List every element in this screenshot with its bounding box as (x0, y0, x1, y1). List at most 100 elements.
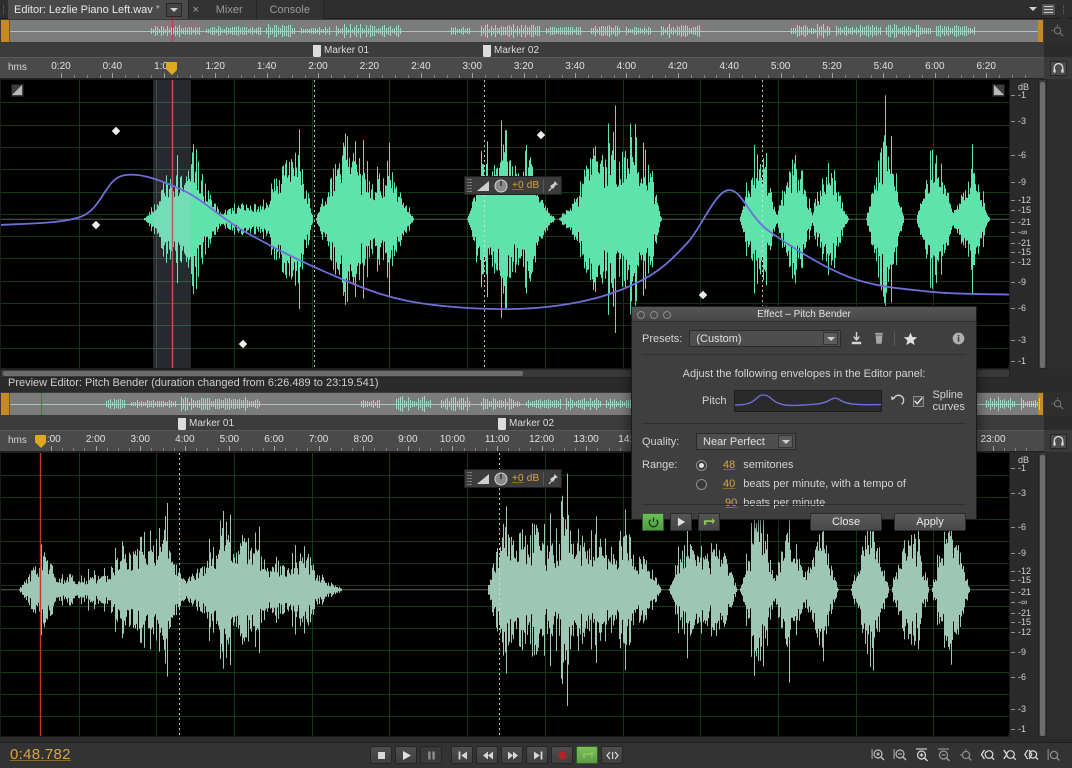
stop-button[interactable] (370, 746, 392, 764)
main-fade-out-handle[interactable] (992, 84, 1005, 97)
ruler-tick-label: 8:00 (353, 434, 372, 445)
quality-dropdown[interactable]: Near Perfect (696, 433, 796, 450)
headphone-monitor-button[interactable] (1050, 61, 1067, 76)
gain-knob-icon[interactable] (494, 179, 508, 193)
panel-menu-icon[interactable] (1041, 3, 1056, 16)
fast-forward-button[interactable] (501, 746, 523, 764)
pitch-envelope-preview[interactable] (734, 390, 882, 412)
main-overview-waveform[interactable] (0, 19, 1044, 43)
tab-dropdown-button[interactable] (166, 3, 182, 17)
pause-button[interactable] (420, 746, 442, 764)
overview-waveform-bar (669, 24, 670, 38)
move-playhead-button[interactable] (601, 746, 623, 764)
main-gain-overlay[interactable]: +0 dB (464, 176, 562, 195)
close-button[interactable]: Close (810, 513, 882, 531)
drag-grip-icon[interactable] (467, 472, 472, 485)
overview-waveform-bar (398, 25, 399, 37)
fade-envelope-icon[interactable] (476, 473, 490, 485)
power-toggle-button[interactable] (642, 513, 664, 531)
current-timecode[interactable]: 0:48.782 (10, 746, 71, 763)
zoom-target-icon[interactable] (1051, 397, 1066, 412)
preview-playhead-handle[interactable] (35, 435, 46, 448)
zoom-full-button[interactable] (1044, 746, 1064, 764)
overview-waveform-bar (206, 29, 207, 33)
zoom-in-vertical-button[interactable] (912, 746, 932, 764)
loop-button[interactable] (576, 746, 598, 764)
info-icon[interactable] (950, 331, 966, 347)
range-bpm-value[interactable]: 40 (723, 478, 735, 490)
main-timeline-ruler[interactable]: hms 0:200:401:001:201:402:002:202:403:00… (0, 57, 1044, 79)
preview-loop-button[interactable] (698, 513, 720, 531)
pin-icon[interactable] (548, 180, 559, 192)
preview-db-scale[interactable]: dB-1-3-6-9-12-15-21-∞-21-15-12-9-6-3-1 (1010, 452, 1038, 737)
panel-grip[interactable] (0, 0, 8, 18)
zoom-to-selection-icon (1024, 747, 1040, 763)
marker-01[interactable]: Marker 01 (313, 43, 369, 57)
quality-dropdown-arrow[interactable] (778, 435, 793, 448)
main-playhead-handle[interactable] (166, 62, 177, 75)
range-bpm-radio[interactable] (696, 479, 707, 490)
save-preset-icon[interactable] (848, 331, 864, 347)
headphone-monitor-button-preview[interactable] (1050, 434, 1067, 449)
play-button[interactable] (395, 746, 417, 764)
tab-editor[interactable]: Editor: Lezlie Piano Left.wav * (8, 0, 189, 19)
range-semitones-radio[interactable] (696, 460, 707, 471)
zoom-out-vertical-button[interactable] (934, 746, 954, 764)
delete-preset-icon[interactable] (871, 331, 887, 347)
marker-02[interactable]: Marker 02 (483, 43, 539, 57)
ruler-tick-mark (935, 73, 936, 78)
preview-marker-02[interactable]: Marker 02 (498, 416, 554, 430)
skip-to-start-button[interactable] (451, 746, 473, 764)
zoom-in-horizontal-button[interactable] (868, 746, 888, 764)
dialog-title-bar[interactable]: Effect – Pitch Bender (632, 307, 976, 322)
presets-dropdown-arrow[interactable] (823, 332, 838, 345)
skip-to-end-button[interactable] (526, 746, 548, 764)
rewind-button[interactable] (476, 746, 498, 764)
zoom-to-selection-button[interactable] (1022, 746, 1042, 764)
minimize-window-button[interactable] (650, 311, 658, 319)
tab-mixer[interactable]: Mixer (203, 0, 257, 19)
close-window-button[interactable] (637, 311, 645, 319)
presets-dropdown[interactable]: (Custom) (689, 330, 841, 347)
main-vertical-scrollbar[interactable] (1038, 79, 1047, 369)
overview-left-handle[interactable] (1, 393, 10, 415)
tab-close-button[interactable]: × (189, 0, 203, 19)
reset-arrow-icon[interactable] (890, 393, 905, 409)
zoom-to-selection-end-button[interactable] (1000, 746, 1020, 764)
preview-gain-value[interactable]: +0 dB (512, 473, 539, 484)
zoom-out-horizontal-button[interactable] (890, 746, 910, 764)
overview-left-handle[interactable] (1, 20, 10, 42)
main-fade-in-handle[interactable] (11, 84, 24, 97)
tab-console[interactable]: Console (257, 0, 324, 19)
zoom-target-icon[interactable] (1051, 24, 1066, 39)
favorite-star-icon[interactable] (902, 331, 918, 347)
fade-envelope-icon[interactable] (476, 180, 490, 192)
spline-curves-checkbox[interactable] (913, 396, 924, 407)
apply-button[interactable]: Apply (894, 513, 966, 531)
drag-grip-icon[interactable] (467, 179, 472, 192)
range-semitones-value[interactable]: 48 (723, 459, 735, 471)
main-marker-lane[interactable]: Marker 01 Marker 02 (0, 43, 1044, 57)
overview-waveform-bar (410, 400, 411, 408)
ruler-tick-mark (164, 73, 165, 78)
preview-gain-overlay[interactable]: +0 dB (464, 469, 562, 488)
dialog-window-buttons[interactable] (637, 311, 671, 319)
overview-playhead[interactable] (41, 393, 42, 415)
pitch-bender-dialog[interactable]: Effect – Pitch Bender Presets: (Custom) (631, 306, 977, 520)
preview-play-button[interactable] (670, 513, 692, 531)
main-db-scale[interactable]: dB-1-3-6-9-12-15-21-∞-21-15-12-9-6-3-1 (1010, 79, 1038, 369)
record-button[interactable] (551, 746, 573, 764)
range-row-tempo: 90 beats per minute (642, 497, 966, 509)
gain-knob-icon[interactable] (494, 472, 508, 486)
tab-bar-grip-right[interactable] (1060, 0, 1068, 19)
maximize-window-button[interactable] (663, 311, 671, 319)
preview-vertical-scrollbar[interactable] (1038, 452, 1047, 737)
range-tempo-value[interactable]: 90 (725, 497, 737, 509)
preview-marker-01[interactable]: Marker 01 (178, 416, 234, 430)
main-gain-value[interactable]: +0 dB (512, 180, 539, 191)
pin-icon[interactable] (548, 473, 559, 485)
panel-menu-chevron-icon[interactable] (1029, 7, 1037, 11)
zoom-to-selection-start-button[interactable] (978, 746, 998, 764)
zoom-out-full-button[interactable] (956, 746, 976, 764)
overview-right-handle[interactable] (1038, 20, 1043, 42)
